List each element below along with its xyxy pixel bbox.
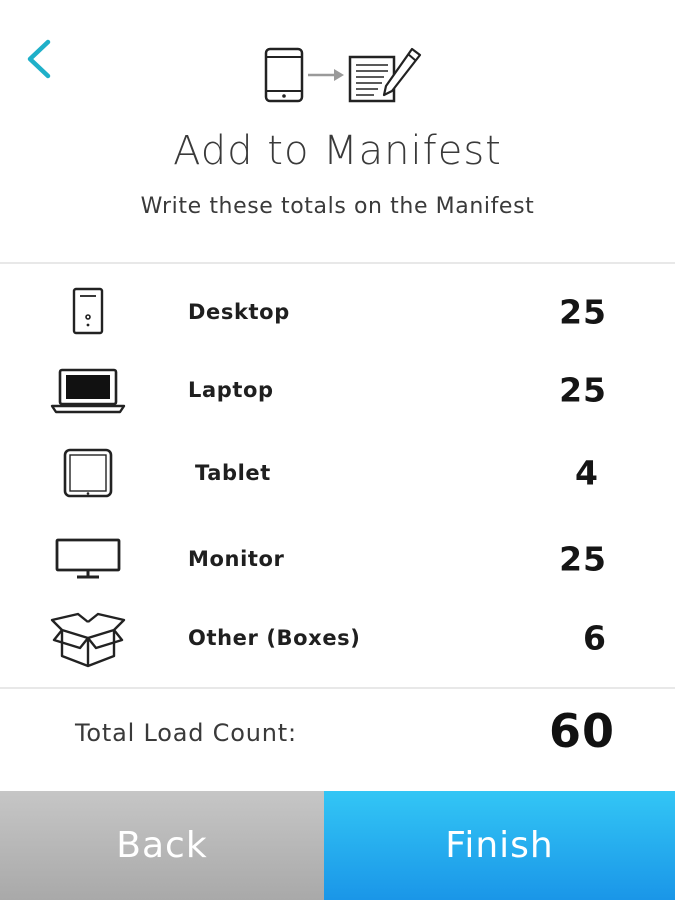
divider	[0, 262, 675, 264]
divider	[0, 687, 675, 689]
back-button[interactable]: Back	[0, 791, 324, 900]
item-label: Desktop	[188, 300, 290, 324]
total-load-count-label: Total Load Count:	[75, 719, 297, 747]
item-label: Laptop	[188, 378, 274, 402]
tablet-icon	[63, 448, 113, 502]
item-count: 25	[559, 370, 607, 410]
box-icon	[50, 612, 126, 672]
item-label: Tablet	[195, 461, 271, 485]
back-chevron-icon[interactable]	[20, 36, 62, 82]
total-load-count-value: 60	[548, 704, 615, 758]
laptop-icon	[50, 368, 126, 418]
page-subtitle: Write these totals on the Manifest	[140, 194, 535, 219]
list-item-tablet: Tablet 4	[0, 443, 675, 503]
list-item-laptop: Laptop 25	[0, 360, 675, 420]
desktop-tower-icon	[72, 287, 104, 339]
item-count: 25	[559, 539, 607, 579]
phone-to-manifest-icon	[262, 45, 427, 105]
monitor-icon	[55, 538, 121, 584]
item-label: Monitor	[188, 547, 285, 571]
item-count: 6	[583, 618, 607, 658]
list-item-desktop: Desktop 25	[0, 282, 675, 342]
page-title: Add to Manifest	[173, 128, 502, 174]
item-label: Other (Boxes)	[188, 626, 361, 650]
item-count: 4	[575, 453, 599, 493]
item-count: 25	[559, 292, 607, 332]
list-item-other-boxes: Other (Boxes) 6	[0, 608, 675, 668]
list-item-monitor: Monitor 25	[0, 529, 675, 589]
finish-button[interactable]: Finish	[324, 791, 675, 900]
